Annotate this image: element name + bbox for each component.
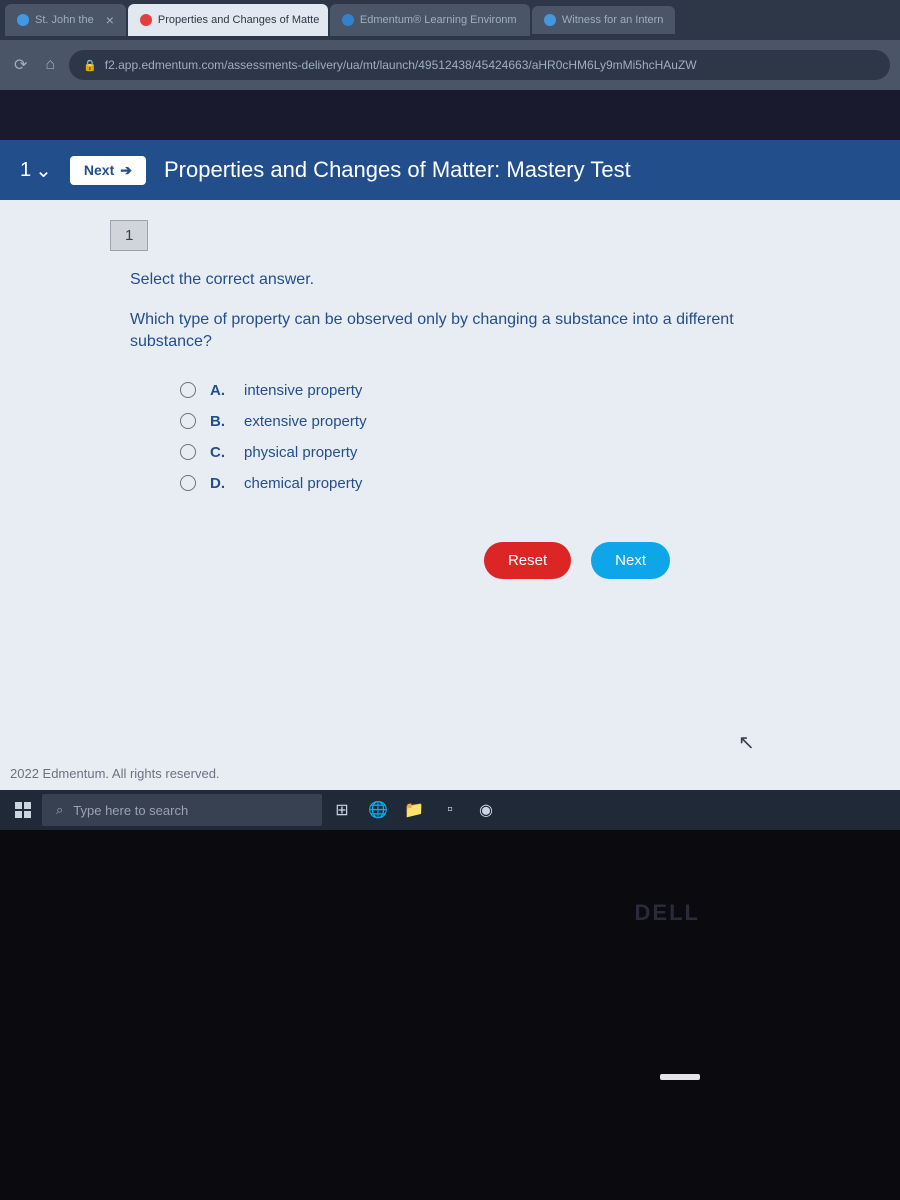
radio-icon[interactable] [180, 382, 196, 398]
light-indicator [660, 1074, 700, 1080]
close-icon[interactable]: × [106, 12, 114, 28]
browser-tab-2[interactable]: Edmentum® Learning Environm × [330, 4, 530, 36]
option-letter: B. [210, 413, 230, 430]
question-selector[interactable]: 1 ⌄ [20, 158, 52, 183]
option-c[interactable]: C. physical property [180, 444, 790, 461]
taskbar-search[interactable]: ⌕ Type here to search [42, 794, 322, 826]
chevron-down-icon: ⌄ [35, 158, 52, 183]
option-letter: D. [210, 475, 230, 492]
arrow-right-icon: ➔ [120, 162, 132, 179]
tab-label: St. John the [35, 14, 94, 26]
start-button[interactable] [8, 795, 38, 825]
app-header: 1 ⌄ Next ➔ Properties and Changes of Mat… [0, 140, 900, 200]
browser-tab-0[interactable]: St. John the × [5, 4, 126, 36]
search-placeholder: Type here to search [73, 803, 188, 818]
option-text: intensive property [244, 382, 362, 399]
edge-icon[interactable]: 🌐 [362, 794, 394, 826]
option-a[interactable]: A. intensive property [180, 382, 790, 399]
tab-label: Properties and Changes of Matte [158, 14, 319, 26]
browser-chrome: St. John the × Properties and Changes of… [0, 0, 900, 90]
tab-favicon-icon [17, 14, 29, 26]
reset-button[interactable]: Reset [484, 542, 571, 579]
cursor-icon: ↖ [738, 730, 755, 755]
tab-label: Edmentum® Learning Environm [360, 14, 517, 26]
search-icon: ⌕ [56, 802, 63, 818]
dark-area [0, 830, 900, 1200]
tab-favicon-icon [140, 14, 152, 26]
question-number: 1 [20, 159, 31, 182]
url-text: f2.app.edmentum.com/assessments-delivery… [105, 58, 697, 72]
question-nav: 1 [0, 200, 900, 251]
option-text: physical property [244, 444, 357, 461]
next-label: Next [84, 162, 114, 178]
next-button[interactable]: Next [591, 542, 670, 579]
question-area: Select the correct answer. Which type of… [0, 251, 900, 579]
browser-tab-1[interactable]: Properties and Changes of Matte × [128, 4, 328, 36]
page-title: Properties and Changes of Matter: Master… [164, 157, 631, 183]
explorer-icon[interactable]: 📁 [398, 794, 430, 826]
instruction-text: Select the correct answer. [130, 271, 790, 289]
option-b[interactable]: B. extensive property [180, 413, 790, 430]
reload-icon[interactable]: ⟳ [10, 51, 31, 79]
taskbar: ⌕ Type here to search ⊞ 🌐 📁 ▫ ◉ [0, 790, 900, 830]
app-icon[interactable]: ▫ [434, 794, 466, 826]
tab-favicon-icon [544, 14, 556, 26]
question-nav-item[interactable]: 1 [110, 220, 148, 251]
tab-favicon-icon [342, 14, 354, 26]
browser-tab-3[interactable]: Witness for an Intern [532, 6, 676, 34]
radio-icon[interactable] [180, 475, 196, 491]
lock-icon: 🔒 [83, 59, 97, 72]
option-text: chemical property [244, 475, 362, 492]
option-d[interactable]: D. chemical property [180, 475, 790, 492]
close-icon[interactable]: × [529, 12, 530, 28]
option-letter: A. [210, 382, 230, 399]
windows-icon [15, 802, 31, 818]
home-icon[interactable]: ⌂ [41, 52, 59, 78]
radio-icon[interactable] [180, 444, 196, 460]
dell-logo: DELL [635, 900, 700, 926]
options-list: A. intensive property B. extensive prope… [130, 382, 790, 492]
next-button-header[interactable]: Next ➔ [70, 156, 146, 185]
option-letter: C. [210, 444, 230, 461]
option-text: extensive property [244, 413, 367, 430]
action-buttons: Reset Next [130, 542, 790, 579]
task-view-icon[interactable]: ⊞ [326, 794, 358, 826]
tab-bar: St. John the × Properties and Changes of… [0, 0, 900, 40]
url-field[interactable]: 🔒 f2.app.edmentum.com/assessments-delive… [69, 50, 890, 80]
chrome-icon[interactable]: ◉ [470, 794, 502, 826]
radio-icon[interactable] [180, 413, 196, 429]
footer-text: 2022 Edmentum. All rights reserved. [0, 760, 900, 787]
url-bar: ⟳ ⌂ 🔒 f2.app.edmentum.com/assessments-de… [0, 40, 900, 90]
question-text: Which type of property can be observed o… [130, 309, 790, 354]
tab-label: Witness for an Intern [562, 14, 664, 26]
